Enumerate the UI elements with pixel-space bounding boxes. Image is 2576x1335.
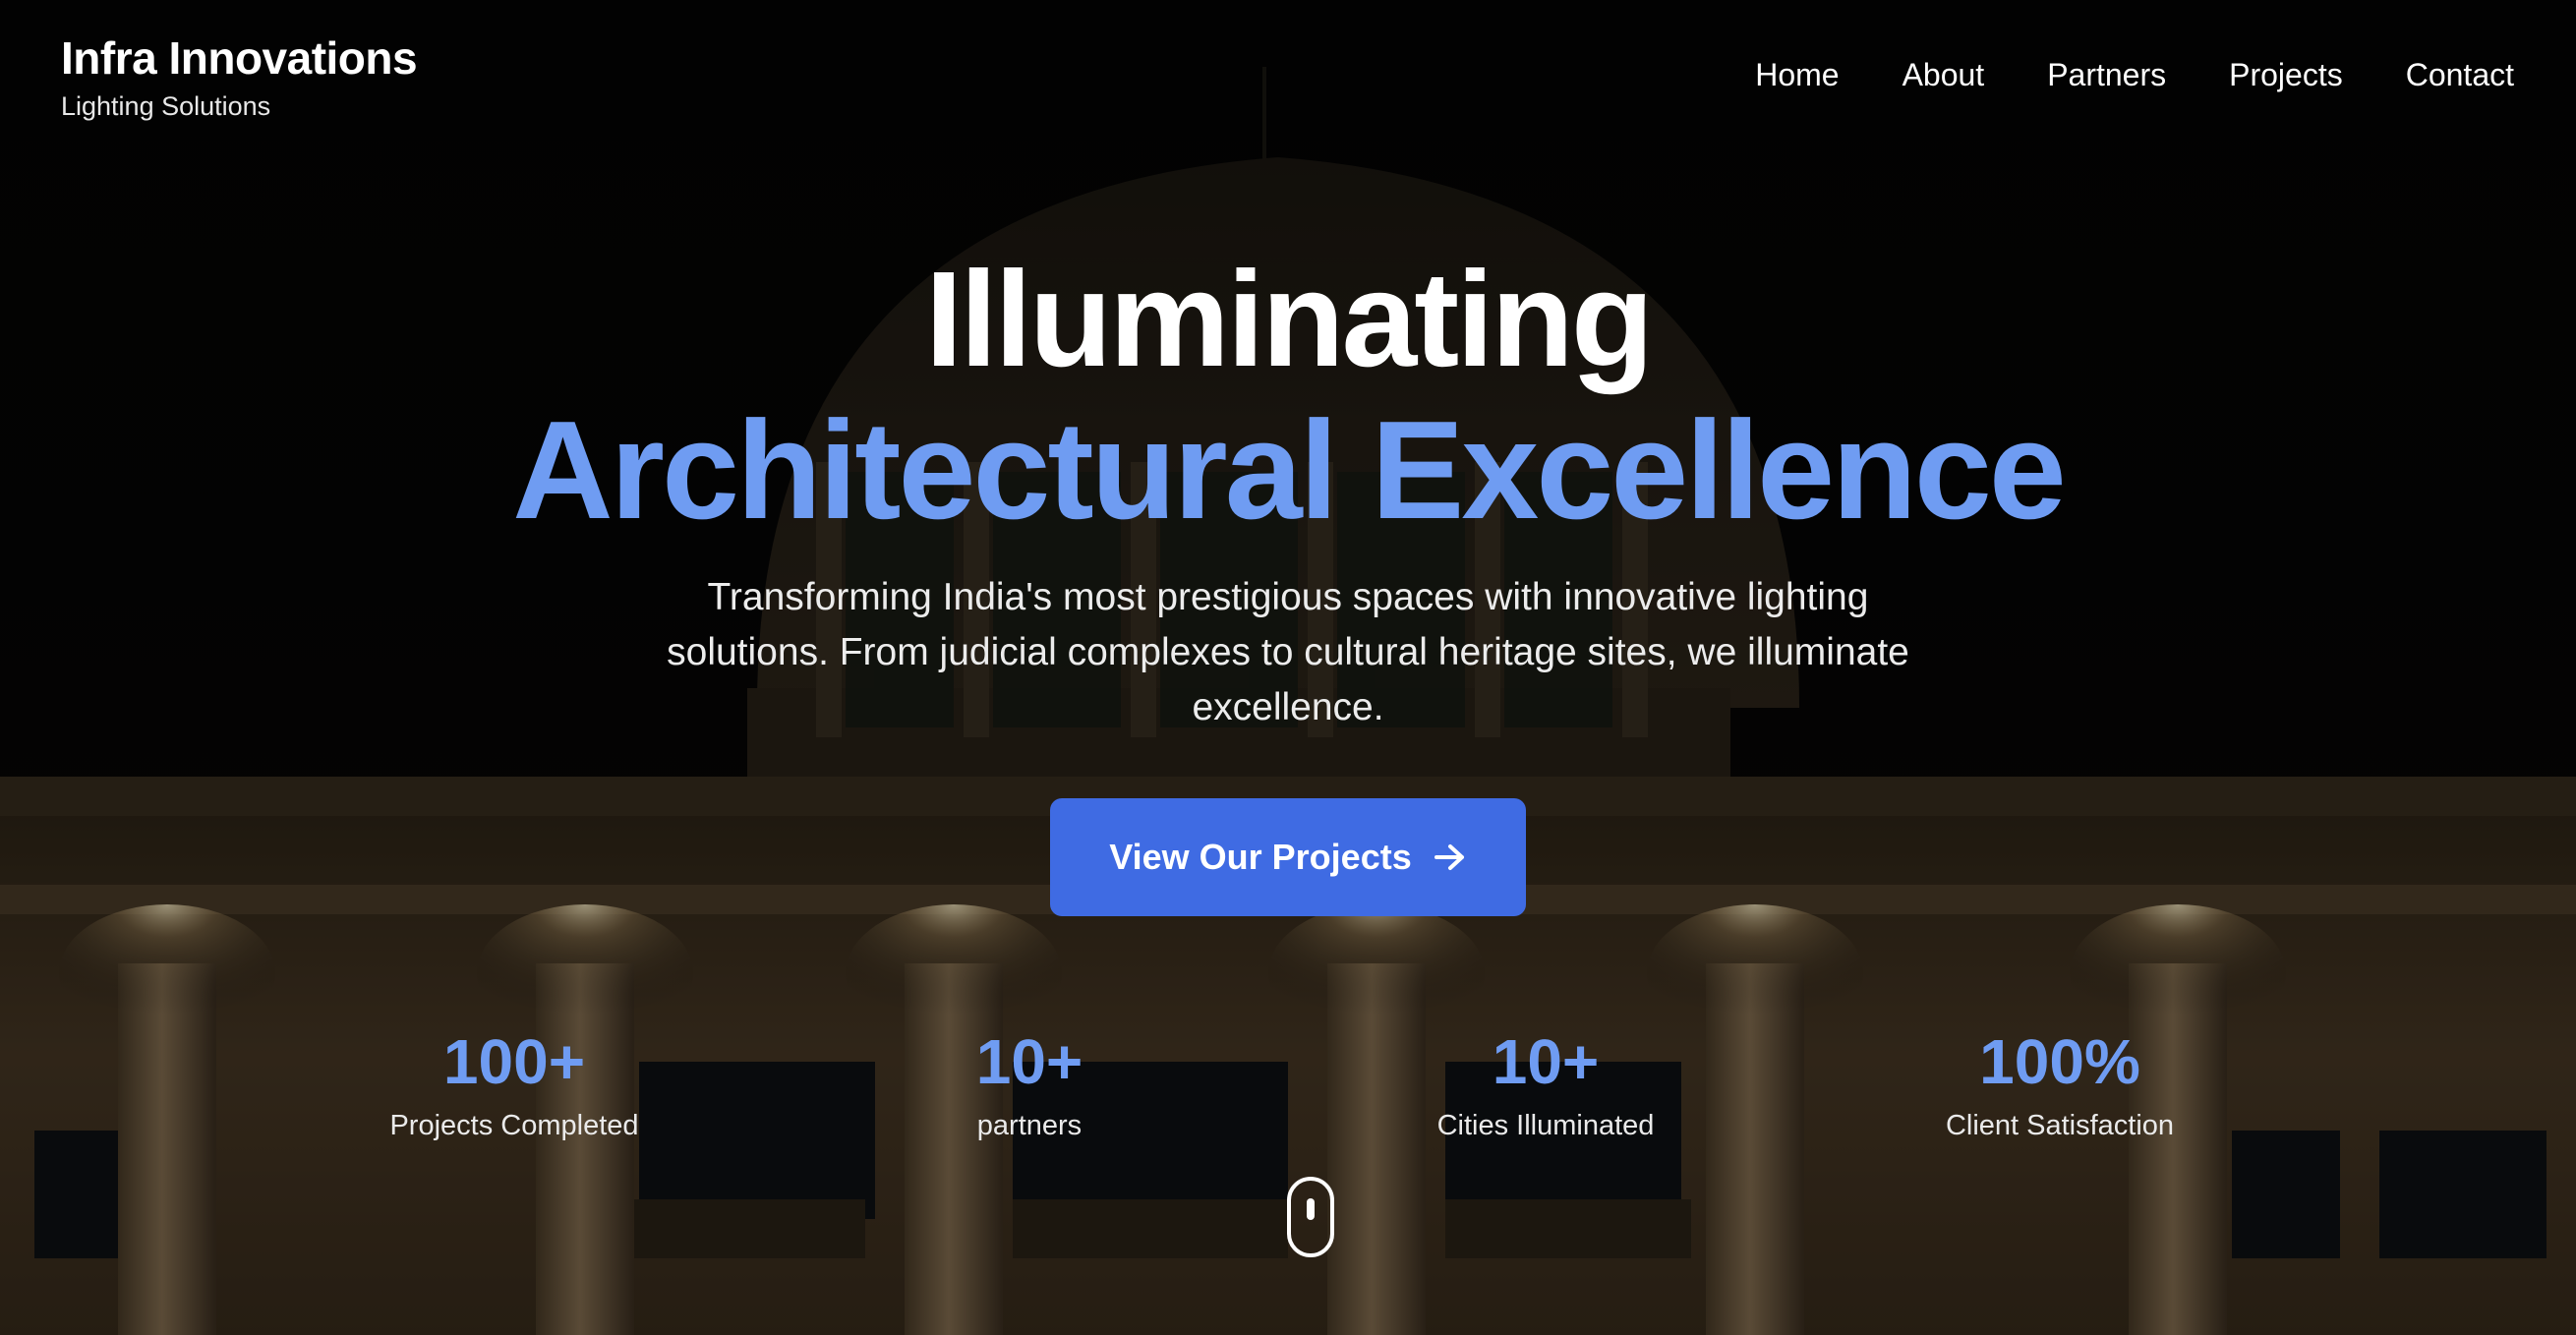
nav-about-link[interactable]: About <box>1903 55 1985 94</box>
scroll-wheel-dot <box>1307 1198 1315 1220</box>
main-nav: Home About Partners Projects Contact <box>1755 55 2514 94</box>
hero-headline-line1: Illuminating <box>924 244 1654 395</box>
brand-title: Infra Innovations <box>61 32 418 84</box>
stat-projects-completed: 100+ Projects Completed <box>308 1022 721 1144</box>
stat-client-satisfaction: 100% Client Satisfaction <box>1853 1022 2266 1144</box>
stat-cities-illuminated: 10+ Cities Illuminated <box>1339 1022 1752 1144</box>
hero-headline-line2: Architectural Excellence <box>512 392 2067 549</box>
nav-home-link[interactable]: Home <box>1755 55 1839 94</box>
stat-value: 100% <box>1979 1026 2140 1097</box>
brand-logo[interactable]: Infra Innovations Lighting Solutions <box>61 29 418 124</box>
stat-label: Projects Completed <box>389 1110 639 1141</box>
stat-label: Client Satisfaction <box>1945 1110 2175 1141</box>
brand-subtitle: Lighting Solutions <box>61 91 271 121</box>
nav-contact-link[interactable]: Contact <box>2406 55 2514 94</box>
stat-value: 10+ <box>975 1026 1083 1097</box>
nav-partners-link[interactable]: Partners <box>2047 55 2166 94</box>
hero-section: Infra Innovations Lighting Solutions Hom… <box>0 0 2576 1335</box>
nav-projects-link[interactable]: Projects <box>2229 55 2343 94</box>
stat-value: 100+ <box>442 1026 586 1097</box>
stat-label: Cities Illuminated <box>1436 1110 1655 1141</box>
mouse-scroll-icon[interactable] <box>1287 1177 1334 1257</box>
stat-partners: 10+ partners <box>823 1022 1236 1144</box>
view-projects-button[interactable]: View Our Projects <box>1050 798 1526 916</box>
stat-value: 10+ <box>1492 1026 1600 1097</box>
hero-description: Transforming India's most prestigious sp… <box>667 576 1909 728</box>
view-projects-label: View Our Projects <box>1109 837 1412 877</box>
stat-label: partners <box>976 1110 1083 1141</box>
arrow-right-icon <box>1434 842 1467 872</box>
